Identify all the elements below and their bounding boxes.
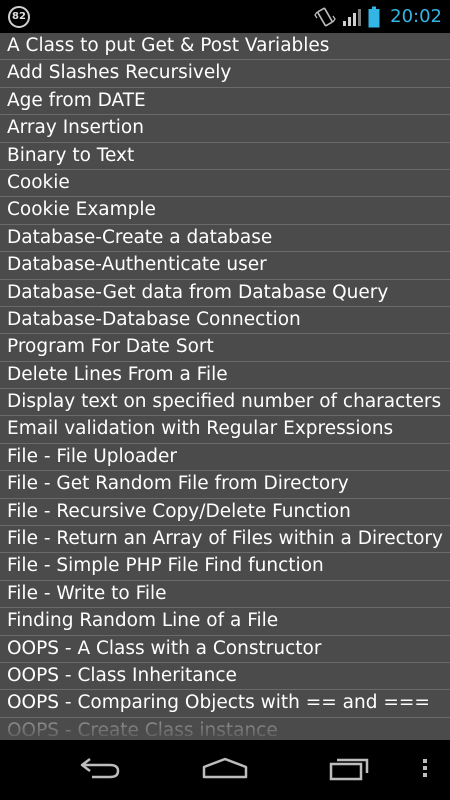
notification-badge-icon[interactable]: 82: [8, 5, 30, 28]
list-item[interactable]: Age from DATE: [0, 88, 450, 116]
list-item[interactable]: Binary to Text: [0, 143, 450, 170]
list-item[interactable]: File - Simple PHP File Find function: [0, 553, 450, 581]
list-item[interactable]: A Class to put Get & Post Variables: [0, 33, 450, 61]
overflow-menu-button[interactable]: [405, 740, 445, 800]
list-item[interactable]: OOPS - Class Inheritance: [0, 663, 450, 691]
list-item[interactable]: Cookie: [0, 170, 450, 198]
list-item[interactable]: Program For Date Sort: [0, 334, 450, 362]
list-item[interactable]: OOPS - Create Class instance: [0, 718, 450, 740]
list-item[interactable]: Email validation with Regular Expression…: [0, 416, 450, 444]
list-item[interactable]: Finding Random Line of a File: [0, 608, 450, 636]
signal-icon: [342, 7, 362, 27]
list-item[interactable]: Array Insertion: [0, 115, 450, 143]
list-item[interactable]: OOPS - Comparing Objects with == and ===: [0, 690, 450, 718]
vibrate-icon: [314, 6, 336, 28]
list-item[interactable]: File - Recursive Copy/Delete Function: [0, 499, 450, 527]
overflow-menu-icon: [422, 757, 428, 783]
recent-apps-icon: [328, 755, 372, 785]
list-item[interactable]: File - Return an Array of Files within a…: [0, 526, 450, 554]
status-bar: 82 20:02: [0, 0, 450, 33]
recent-apps-button[interactable]: [300, 740, 400, 800]
list-item[interactable]: Database-Authenticate user: [0, 252, 450, 280]
list-item[interactable]: File - Get Random File from Directory: [0, 471, 450, 499]
clock: 20:02: [390, 6, 442, 27]
back-icon: [78, 756, 122, 784]
navigation-bar: [0, 740, 450, 800]
status-icons: 20:02: [314, 6, 442, 28]
list-item[interactable]: OOPS - A Class with a Constructor: [0, 636, 450, 663]
screen: 82 20:02 A Class to put Get & Post Varia…: [0, 0, 450, 800]
home-icon: [201, 756, 249, 784]
back-button[interactable]: [50, 740, 150, 800]
list-item[interactable]: Database-Get data from Database Query: [0, 280, 450, 307]
snippet-list[interactable]: A Class to put Get & Post Variables Add …: [0, 33, 450, 740]
list-item[interactable]: Display text on specified number of char…: [0, 389, 450, 417]
battery-icon: [368, 6, 380, 28]
home-button[interactable]: [175, 740, 275, 800]
list-item[interactable]: Add Slashes Recursively: [0, 60, 450, 88]
list-item[interactable]: Database-Database Connection: [0, 307, 450, 335]
list-item[interactable]: Delete Lines From a File: [0, 362, 450, 390]
list-item[interactable]: File - Write to File: [0, 581, 450, 609]
list-item[interactable]: Cookie Example: [0, 197, 450, 225]
list-item[interactable]: File - File Uploader: [0, 444, 450, 472]
notification-count: 82: [12, 11, 26, 22]
list-item[interactable]: Database-Create a database: [0, 225, 450, 253]
